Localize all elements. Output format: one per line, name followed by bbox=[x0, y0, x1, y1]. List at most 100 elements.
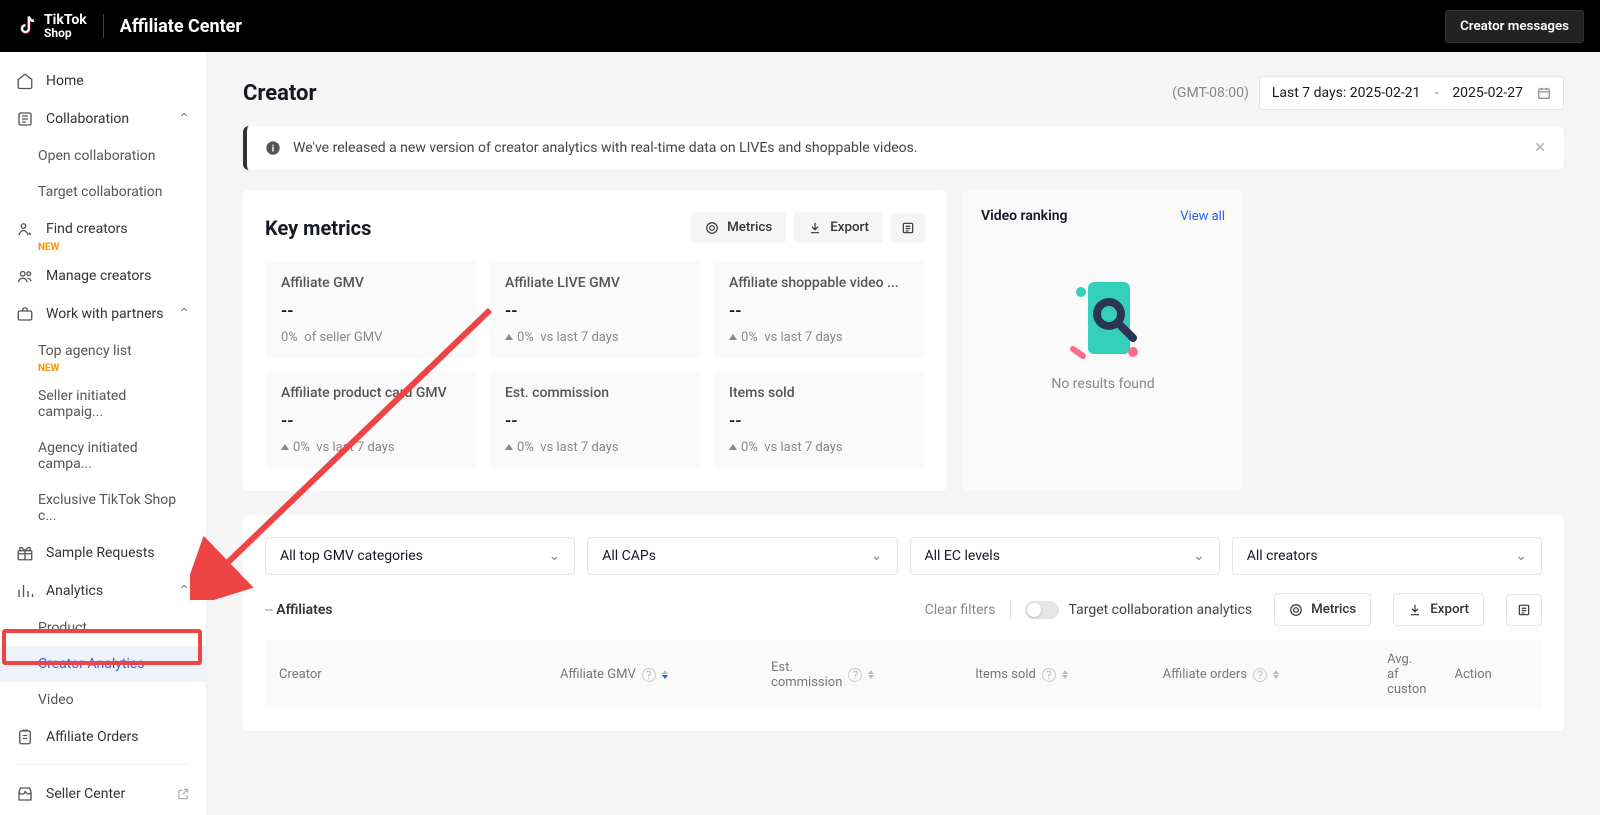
sidebar-item-label: Sample Requests bbox=[46, 545, 155, 561]
sidebar-item-home[interactable]: Home bbox=[0, 62, 206, 100]
metric-card[interactable]: Affiliate shoppable video ...--0% vs las… bbox=[713, 261, 925, 359]
sort-icon bbox=[868, 670, 874, 679]
sidebar-item-manage-creators[interactable]: Manage creators bbox=[0, 257, 206, 295]
metric-label: Affiliate shoppable video ... bbox=[729, 275, 909, 291]
sidebar-item-label: Seller initiated campaig... bbox=[38, 388, 190, 420]
brand-bottom: Shop bbox=[44, 27, 87, 39]
metric-value: -- bbox=[281, 301, 461, 320]
chevron-down-icon: ⌄ bbox=[1193, 548, 1205, 564]
col-affiliate-orders[interactable]: Affiliate orders ? bbox=[1149, 640, 1373, 709]
metric-card[interactable]: Affiliate GMV--0% of seller GMV bbox=[265, 261, 477, 359]
metric-subtext: 0% vs last 7 days bbox=[505, 330, 685, 345]
col-avg[interactable]: Avg. af custon bbox=[1373, 640, 1440, 709]
metric-card[interactable]: Est. commission--0% vs last 7 days bbox=[489, 371, 701, 469]
sidebar-item-agency-initiated[interactable]: Agency initiated campa... bbox=[0, 430, 206, 482]
sidebar-item-label: Find creators bbox=[46, 221, 128, 237]
chevron-up-icon: ⌃ bbox=[178, 111, 190, 127]
sidebar-item-target-collaboration[interactable]: Target collaboration bbox=[0, 174, 206, 210]
info-icon: ? bbox=[848, 668, 862, 682]
sidebar-item-seller-initiated[interactable]: Seller initiated campaig... bbox=[0, 378, 206, 430]
metrics-config-button[interactable]: Metrics bbox=[691, 212, 786, 243]
filter-select[interactable]: All CAPs⌄ bbox=[587, 537, 897, 575]
filter-select[interactable]: All creators⌄ bbox=[1232, 537, 1542, 575]
view-all-link[interactable]: View all bbox=[1180, 209, 1225, 224]
col-affiliate-gmv[interactable]: Affiliate GMV ? bbox=[546, 640, 757, 709]
metric-subtext: 0% of seller GMV bbox=[281, 330, 461, 345]
sidebar-item-open-collaboration[interactable]: Open collaboration bbox=[0, 138, 206, 174]
home-icon bbox=[16, 72, 34, 90]
date-start: Last 7 days: 2025-02-21 bbox=[1272, 85, 1421, 101]
date-range-picker[interactable]: Last 7 days: 2025-02-21 - 2025-02-27 bbox=[1259, 76, 1564, 110]
main-content: Creator (GMT-08:00) Last 7 days: 2025-02… bbox=[207, 52, 1600, 815]
svg-text:i: i bbox=[272, 143, 274, 154]
sort-icon bbox=[1062, 670, 1068, 679]
creator-messages-button[interactable]: Creator messages bbox=[1445, 10, 1584, 43]
table-columns-button[interactable] bbox=[1506, 594, 1542, 626]
metric-card[interactable]: Items sold -- 0% vs last 7 days bbox=[713, 371, 925, 469]
metric-value: -- bbox=[729, 411, 909, 430]
customize-columns-button[interactable] bbox=[891, 213, 925, 243]
affiliates-table-panel: All top GMV categories⌄All CAPs⌄All EC l… bbox=[243, 515, 1564, 731]
metric-value: -- bbox=[505, 301, 685, 320]
sidebar-item-label: Top agency list bbox=[38, 343, 132, 359]
sidebar-item-label: Seller Center bbox=[46, 786, 125, 802]
briefcase-icon bbox=[16, 305, 34, 323]
target-collab-toggle[interactable] bbox=[1025, 601, 1059, 619]
sidebar-item-affiliate-orders[interactable]: Affiliate Orders bbox=[0, 718, 206, 756]
affiliates-label: Affiliates bbox=[276, 602, 332, 618]
select-value: All CAPs bbox=[602, 548, 656, 564]
col-items-sold[interactable]: Items sold ? bbox=[961, 640, 1148, 709]
table-export-button[interactable]: Export bbox=[1393, 593, 1484, 626]
sidebar-item-label: Affiliate Orders bbox=[46, 729, 139, 745]
sidebar-item-analytics[interactable]: Analytics ⌃ bbox=[0, 572, 206, 610]
col-creator[interactable]: Creator bbox=[265, 640, 546, 709]
sidebar-item-video[interactable]: Video bbox=[0, 682, 206, 718]
empty-state-icon bbox=[1063, 274, 1143, 364]
sidebar-item-work-with-partners[interactable]: Work with partners ⌃ bbox=[0, 295, 206, 333]
sidebar-item-label: Work with partners bbox=[46, 306, 163, 322]
clear-filters[interactable]: Clear filters bbox=[925, 602, 996, 618]
col-est-commission[interactable]: Est. commission ? bbox=[757, 640, 961, 709]
sidebar-item-label: Creator Analytics bbox=[38, 656, 144, 672]
metric-card[interactable]: Affiliate product card GMV--0% vs last 7… bbox=[265, 371, 477, 469]
timezone-label: (GMT-08:00) bbox=[1172, 85, 1249, 101]
sidebar-item-collaboration[interactable]: Collaboration ⌃ bbox=[0, 100, 206, 138]
sidebar-item-label: Product bbox=[38, 620, 87, 636]
metrics-title: Key metrics bbox=[265, 216, 683, 240]
logo[interactable]: TikTok Shop bbox=[16, 13, 87, 39]
filter-select[interactable]: All top GMV categories⌄ bbox=[265, 537, 575, 575]
list-icon bbox=[901, 221, 915, 235]
sidebar-item-top-agency[interactable]: Top agency list bbox=[0, 333, 206, 369]
close-icon[interactable]: ✕ bbox=[1534, 140, 1546, 156]
sidebar-item-label: Home bbox=[46, 73, 84, 89]
sidebar-item-label: Agency initiated campa... bbox=[38, 440, 190, 472]
metric-value: -- bbox=[505, 411, 685, 430]
affiliates-table: Creator Affiliate GMV ? bbox=[265, 640, 1542, 709]
sidebar-item-sample-requests[interactable]: Sample Requests bbox=[0, 534, 206, 572]
chevron-up-icon: ⌃ bbox=[178, 306, 190, 322]
info-icon: i bbox=[265, 140, 281, 156]
collab-icon bbox=[16, 110, 34, 128]
metric-label: Items sold bbox=[729, 385, 909, 401]
external-link-icon bbox=[176, 787, 190, 801]
metric-card[interactable]: Affiliate LIVE GMV--0% vs last 7 days bbox=[489, 261, 701, 359]
sidebar-item-seller-center[interactable]: Seller Center bbox=[0, 773, 206, 815]
export-button[interactable]: Export bbox=[794, 212, 883, 243]
col-action: Action bbox=[1440, 640, 1542, 709]
table-metrics-button[interactable]: Metrics bbox=[1274, 593, 1371, 626]
gift-icon bbox=[16, 544, 34, 562]
no-results-text: No results found bbox=[981, 376, 1225, 392]
metric-subtext: 0% vs last 7 days bbox=[729, 440, 909, 455]
sidebar-item-label: Video bbox=[38, 692, 74, 708]
select-value: All EC levels bbox=[925, 548, 1000, 564]
affiliates-count: -- bbox=[265, 602, 273, 618]
sidebar-item-creator-analytics[interactable]: Creator Analytics bbox=[0, 646, 206, 682]
download-icon bbox=[1408, 603, 1422, 617]
sidebar-item-label: Target collaboration bbox=[38, 184, 163, 200]
sidebar-item-exclusive[interactable]: Exclusive TikTok Shop c... bbox=[0, 482, 206, 534]
clipboard-icon bbox=[16, 728, 34, 746]
sidebar-item-product[interactable]: Product bbox=[0, 610, 206, 646]
filter-select[interactable]: All EC levels ⌄ bbox=[910, 537, 1220, 575]
metric-value: -- bbox=[281, 411, 461, 430]
sidebar-item-find-creators[interactable]: Find creators bbox=[0, 210, 206, 248]
